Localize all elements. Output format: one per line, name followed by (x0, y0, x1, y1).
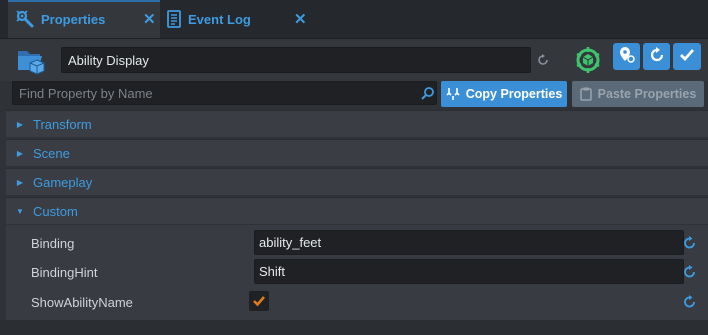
custom-properties-panel: Binding BindingHint ShowAbilityName (6, 225, 708, 320)
property-label-binding-hint: BindingHint (31, 265, 98, 280)
show-ability-name-checkbox[interactable] (249, 291, 269, 311)
find-property-input[interactable] (12, 81, 437, 105)
copy-properties-label: Copy Properties (465, 87, 563, 101)
confirm-button[interactable] (673, 43, 701, 70)
refresh-button[interactable] (643, 43, 670, 70)
tab-event-log[interactable]: Event Log ✕ (160, 0, 310, 38)
property-label-show-ability-name: ShowAbilityName (31, 295, 133, 310)
green-networked-icon (574, 44, 602, 79)
search-row: Copy Properties Paste Properties (0, 81, 708, 107)
document-icon (166, 10, 182, 28)
section-transform[interactable]: ▶ Transform (6, 110, 708, 137)
binding-input[interactable] (254, 230, 684, 255)
location-gear-button[interactable] (613, 43, 640, 70)
reset-icon[interactable] (537, 54, 549, 69)
paste-properties-label: Paste Properties (597, 87, 697, 101)
section-scene[interactable]: ▶ Scene (6, 139, 708, 166)
tab-properties[interactable]: Properties ✕ (8, 0, 160, 38)
tab-properties-label: Properties (41, 11, 106, 27)
close-icon[interactable]: ✕ (294, 10, 307, 28)
caret-down-icon: ▼ (16, 206, 24, 216)
object-name-input[interactable] (61, 47, 531, 73)
tab-event-log-label: Event Log (188, 11, 251, 27)
location-gear-icon (618, 46, 636, 67)
reset-icon[interactable] (683, 295, 697, 309)
wrench-gear-icon (15, 9, 35, 29)
checkmark-icon (252, 295, 266, 307)
section-custom-label: Custom (33, 203, 78, 219)
copy-properties-button[interactable]: Copy Properties (441, 81, 567, 107)
section-gameplay-label: Gameplay (33, 174, 93, 190)
copy-properties-icon (446, 87, 460, 101)
section-transform-label: Transform (33, 116, 92, 132)
reset-icon[interactable] (683, 236, 697, 250)
section-scene-label: Scene (33, 145, 70, 161)
folder-cube-icon (16, 45, 48, 78)
paste-properties-button[interactable]: Paste Properties (572, 81, 704, 107)
section-gameplay[interactable]: ▶ Gameplay (6, 168, 708, 195)
search-icon[interactable] (421, 86, 435, 103)
checkmark-icon (679, 48, 695, 65)
close-icon[interactable]: ✕ (143, 10, 156, 28)
reset-icon[interactable] (683, 265, 697, 279)
refresh-icon (649, 47, 665, 66)
object-header (0, 39, 708, 81)
tab-bar: Properties ✕ Event Log ✕ (0, 0, 708, 39)
panel-footer (0, 320, 708, 335)
caret-right-icon: ▶ (16, 177, 24, 187)
clipboard-icon (579, 87, 592, 101)
section-custom[interactable]: ▼ Custom (6, 197, 708, 224)
binding-hint-input[interactable] (254, 259, 684, 284)
caret-right-icon: ▶ (16, 119, 24, 129)
property-label-binding: Binding (31, 236, 75, 251)
caret-right-icon: ▶ (16, 148, 24, 158)
